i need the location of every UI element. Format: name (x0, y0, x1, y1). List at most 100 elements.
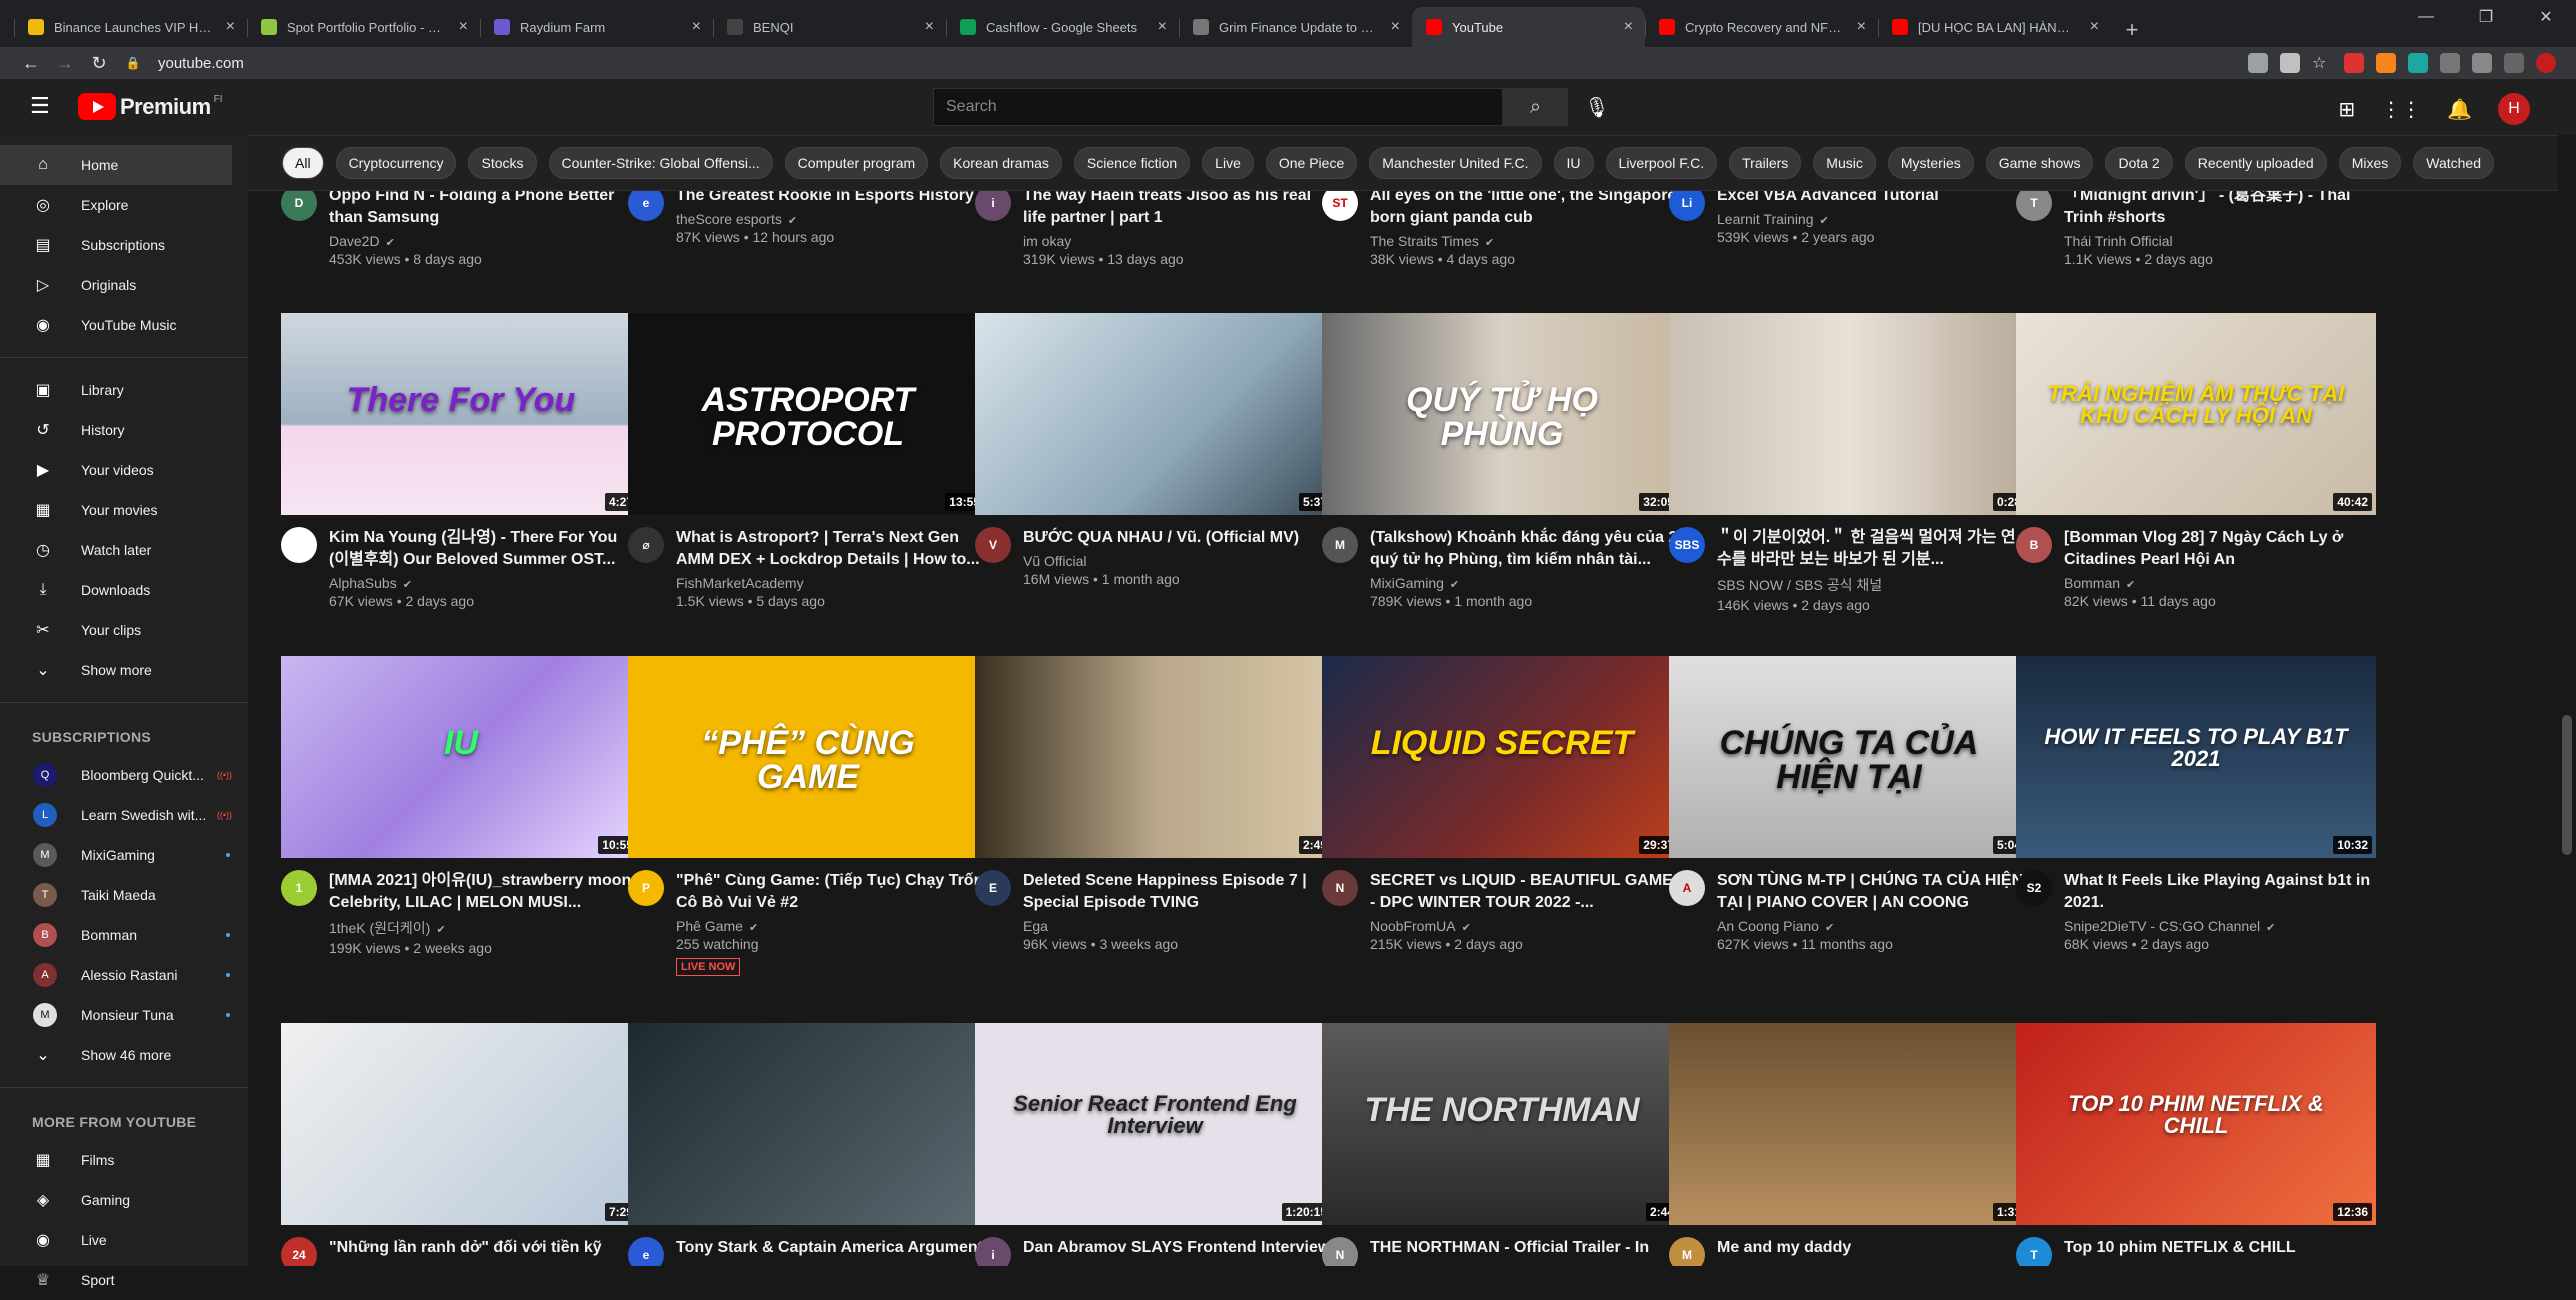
filter-chip[interactable]: Cryptocurrency (335, 147, 457, 179)
video-card[interactable]: TOP 10 PHIM NETFLIX & CHILL 12:36 T Top 10 … (2016, 1023, 2376, 1266)
video-title[interactable]: "Phê" Cùng Game: (Tiếp Tục) Chạy Trốn Cô… (676, 870, 988, 914)
close-tab-icon[interactable]: × (1391, 18, 1400, 36)
video-thumbnail[interactable]: TOP 10 PHIM NETFLIX & CHILL 12:36 (2016, 1023, 2376, 1225)
video-title[interactable]: "Những lần ranh dở" đối với tiền kỹ (329, 1237, 641, 1259)
browser-tab[interactable]: YouTube × (1412, 7, 1645, 47)
video-thumbnail[interactable]: IU 10:55 (281, 656, 641, 858)
sidebar-subscription-item[interactable]: B Bomman (0, 915, 248, 955)
url-text[interactable]: youtube.com (158, 55, 244, 72)
channel-avatar[interactable]: Li (1669, 191, 1705, 221)
video-title[interactable]: What is Astroport? | Terra's Next Gen AM… (676, 527, 988, 571)
page-scrollbar[interactable] (2558, 135, 2576, 1266)
sidebar-item-your-clips[interactable]: ✂ Your clips (0, 610, 248, 650)
browser-tab[interactable]: Crypto Recovery and NFT Deman × (1645, 7, 1878, 47)
filter-chip[interactable]: Trailers (1729, 147, 1802, 179)
browser-tab[interactable]: BENQI × (713, 7, 946, 47)
sidebar-subscription-item[interactable]: M Monsieur Tuna (0, 995, 248, 1035)
video-card[interactable]: Senior React Frontend Eng Interview 1:20:… (975, 1023, 1335, 1266)
video-card[interactable]: 1:31 M Me and my daddy (1669, 1023, 2029, 1266)
video-thumbnail[interactable]: TRẢI NGHIỆM ẨM THỰC TẠI KHU CÁCH LY HỘI … (2016, 313, 2376, 515)
video-thumbnail[interactable]: 1:31 (1669, 1023, 2029, 1225)
video-card[interactable]: i The way Haein treats Jisoo as his real … (975, 191, 1335, 267)
video-thumbnail[interactable]: HOW IT FEELS TO PLAY B1T 2021 10:32 (2016, 656, 2376, 858)
filter-chip[interactable]: Mysteries (1887, 147, 1974, 179)
browser-tab[interactable]: Binance Launches VIP Holders an × (14, 7, 247, 47)
close-window-icon[interactable]: ✕ (2516, 0, 2576, 34)
video-thumbnail[interactable]: ASTROPORT PROTOCOL 13:55 (628, 313, 988, 515)
video-title[interactable]: Tony Stark & Captain America Argument (676, 1237, 988, 1259)
filter-chip[interactable]: Stocks (468, 147, 537, 179)
channel-name[interactable]: Vũ Official (1023, 553, 1335, 569)
video-card[interactable]: QUÝ TỬ HỌ PHÙNG 32:05 M (Talkshow) Khoảnh k… (1322, 313, 1682, 609)
sidebar-item-downloads[interactable]: ⤓ Downloads (0, 570, 248, 610)
extension-icon[interactable] (2344, 53, 2364, 73)
video-title[interactable]: Excel VBA Advanced Tutorial (1717, 191, 2029, 207)
filter-chip[interactable]: Computer program (784, 147, 929, 179)
video-thumbnail[interactable]: LIQUID SECRET 29:37 (1322, 656, 1682, 858)
maximize-icon[interactable]: ❐ (2456, 0, 2516, 34)
reload-icon[interactable]: ↻ (86, 53, 112, 74)
video-card[interactable]: 2:49 E Deleted Scene Happiness Episode 7 |… (975, 656, 1335, 952)
filter-chip[interactable]: Mixes (2338, 147, 2402, 179)
video-card[interactable]: THE NORTHMAN 2:44 N THE NORTHMAN - Official… (1322, 1023, 1682, 1266)
video-title[interactable]: Dan Abramov SLAYS Frontend Interview (1023, 1237, 1335, 1259)
channel-avatar[interactable]: T (2016, 1237, 2052, 1266)
filter-chip[interactable]: One Piece (1265, 147, 1358, 179)
sidebar-subscription-item[interactable]: A Alessio Rastani (0, 955, 248, 995)
video-card[interactable]: TRẢI NGHIỆM ẨM THỰC TẠI KHU CÁCH LY HỘI … (2016, 313, 2376, 609)
hamburger-menu-icon[interactable]: ☰ (30, 93, 50, 119)
video-title[interactable]: [Bomman Vlog 28] 7 Ngày Cách Ly ở Citadi… (2064, 527, 2376, 571)
filter-chip[interactable]: Manchester United F.C. (1369, 147, 1542, 179)
video-title[interactable]: The Greatest Rookie in Esports History (676, 191, 988, 207)
channel-name[interactable]: theScore esports ✔ (676, 211, 988, 227)
video-title[interactable]: THE NORTHMAN - Official Trailer - In (1370, 1237, 1682, 1259)
forward-icon[interactable]: → (52, 53, 78, 74)
channel-name[interactable]: NoobFromUA ✔ (1370, 918, 1682, 934)
extension-icon[interactable] (2408, 53, 2428, 73)
account-avatar[interactable]: H (2498, 93, 2530, 125)
video-card[interactable]: D Oppo Find N - Folding a Phone Better th… (281, 191, 641, 267)
video-card[interactable]: There For You 4:27 Kim Na Young (김나영) - Th… (281, 313, 641, 609)
search-input[interactable]: Search (933, 88, 1503, 126)
channel-name[interactable]: An Coong Piano ✔ (1717, 918, 2029, 934)
channel-avatar[interactable]: D (281, 191, 317, 221)
filter-chip[interactable]: Watched (2413, 147, 2494, 179)
channel-name[interactable]: FishMarketAcademy (676, 575, 988, 591)
sidebar-subscription-item[interactable]: M MixiGaming (0, 835, 248, 875)
close-tab-icon[interactable]: × (925, 18, 934, 36)
video-card[interactable]: “PHÊ” CÙNG GAME P "Phê" Cùng Game: (Tiếp T… (628, 656, 988, 976)
video-title[interactable]: (Talkshow) Khoảnh khắc đáng yêu của 2 qu… (1370, 527, 1682, 571)
video-card[interactable]: IU 10:55 1 [MMA 2021] 아이유(IU)_strawberry mo… (281, 656, 641, 956)
channel-avatar[interactable]: E (975, 870, 1011, 906)
puzzle-icon[interactable] (2504, 53, 2524, 73)
filter-chip[interactable]: Korean dramas (940, 147, 1062, 179)
sidebar-item-live[interactable]: ◉ Live (0, 1220, 248, 1260)
sidebar-item-your-movies[interactable]: ▦ Your movies (0, 490, 248, 530)
filter-chip[interactable]: All (282, 147, 324, 179)
video-card[interactable]: e The Greatest Rookie in Esports History t… (628, 191, 988, 265)
video-title[interactable]: SƠN TÙNG M-TP | CHÚNG TA CỦA HIỆN TẠI | … (1717, 870, 2029, 914)
video-card[interactable]: 5:37 V BƯỚC QUA NHAU / Vũ. (Official MV) Vũ… (975, 313, 1335, 607)
profile-avatar[interactable] (2536, 53, 2556, 73)
channel-avatar[interactable]: M (1669, 1237, 1705, 1266)
video-thumbnail[interactable]: CHÚNG TA CỦA HIỆN TẠI 5:04 (1669, 656, 2029, 858)
close-tab-icon[interactable]: × (1158, 18, 1167, 36)
channel-avatar[interactable] (281, 527, 317, 563)
video-thumbnail[interactable] (628, 1023, 988, 1225)
video-card[interactable]: Li Excel VBA Advanced Tutorial Learnit Tra… (1669, 191, 2029, 265)
video-title[interactable]: What It Feels Like Playing Against b1t i… (2064, 870, 2376, 914)
sidebar-item-sport[interactable]: ♕ Sport (0, 1260, 248, 1300)
browser-tab[interactable]: [DU HỌC BA LAN] HÀNH TRÌNH × (1878, 7, 2111, 47)
channel-name[interactable]: Dave2D ✔ (329, 233, 641, 249)
youtube-logo[interactable]: Premium FI (78, 93, 223, 120)
video-thumbnail[interactable]: QUÝ TỬ HỌ PHÙNG 32:05 (1322, 313, 1682, 515)
channel-avatar[interactable]: SBS (1669, 527, 1705, 563)
extension-icon[interactable] (2440, 53, 2460, 73)
channel-avatar[interactable]: B (2016, 527, 2052, 563)
channel-name[interactable]: Phê Game ✔ (676, 918, 988, 934)
channel-name[interactable]: 1theK (원더케이) ✔ (329, 918, 641, 938)
sidebar-item-explore[interactable]: ◎ Explore (0, 185, 248, 225)
video-title[interactable]: ＂이 기분이었어.＂ 한 걸음씩 멀어져 가는 연수를 바라만 보는 바보가 된… (1717, 527, 2029, 571)
close-tab-icon[interactable]: × (226, 18, 235, 36)
video-thumbnail[interactable]: There For You 4:27 (281, 313, 641, 515)
